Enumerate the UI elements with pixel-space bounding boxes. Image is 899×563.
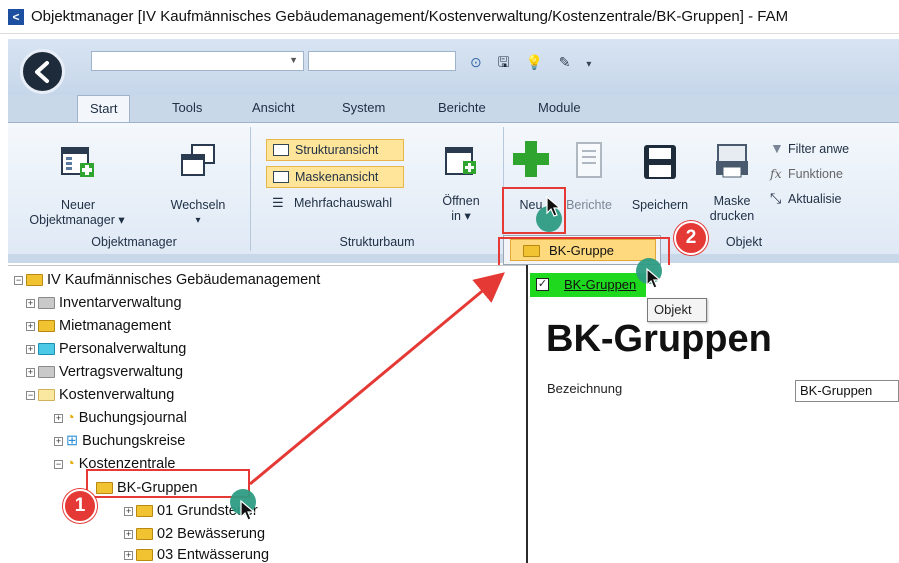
annotation-arrow	[249, 272, 505, 486]
mouse-cursor-icon	[546, 196, 562, 217]
mouse-cursor-icon	[240, 500, 256, 521]
mouse-cursor-icon	[646, 268, 662, 289]
step-badge-2: 2	[674, 221, 708, 255]
step-badge-1: 1	[63, 489, 97, 523]
